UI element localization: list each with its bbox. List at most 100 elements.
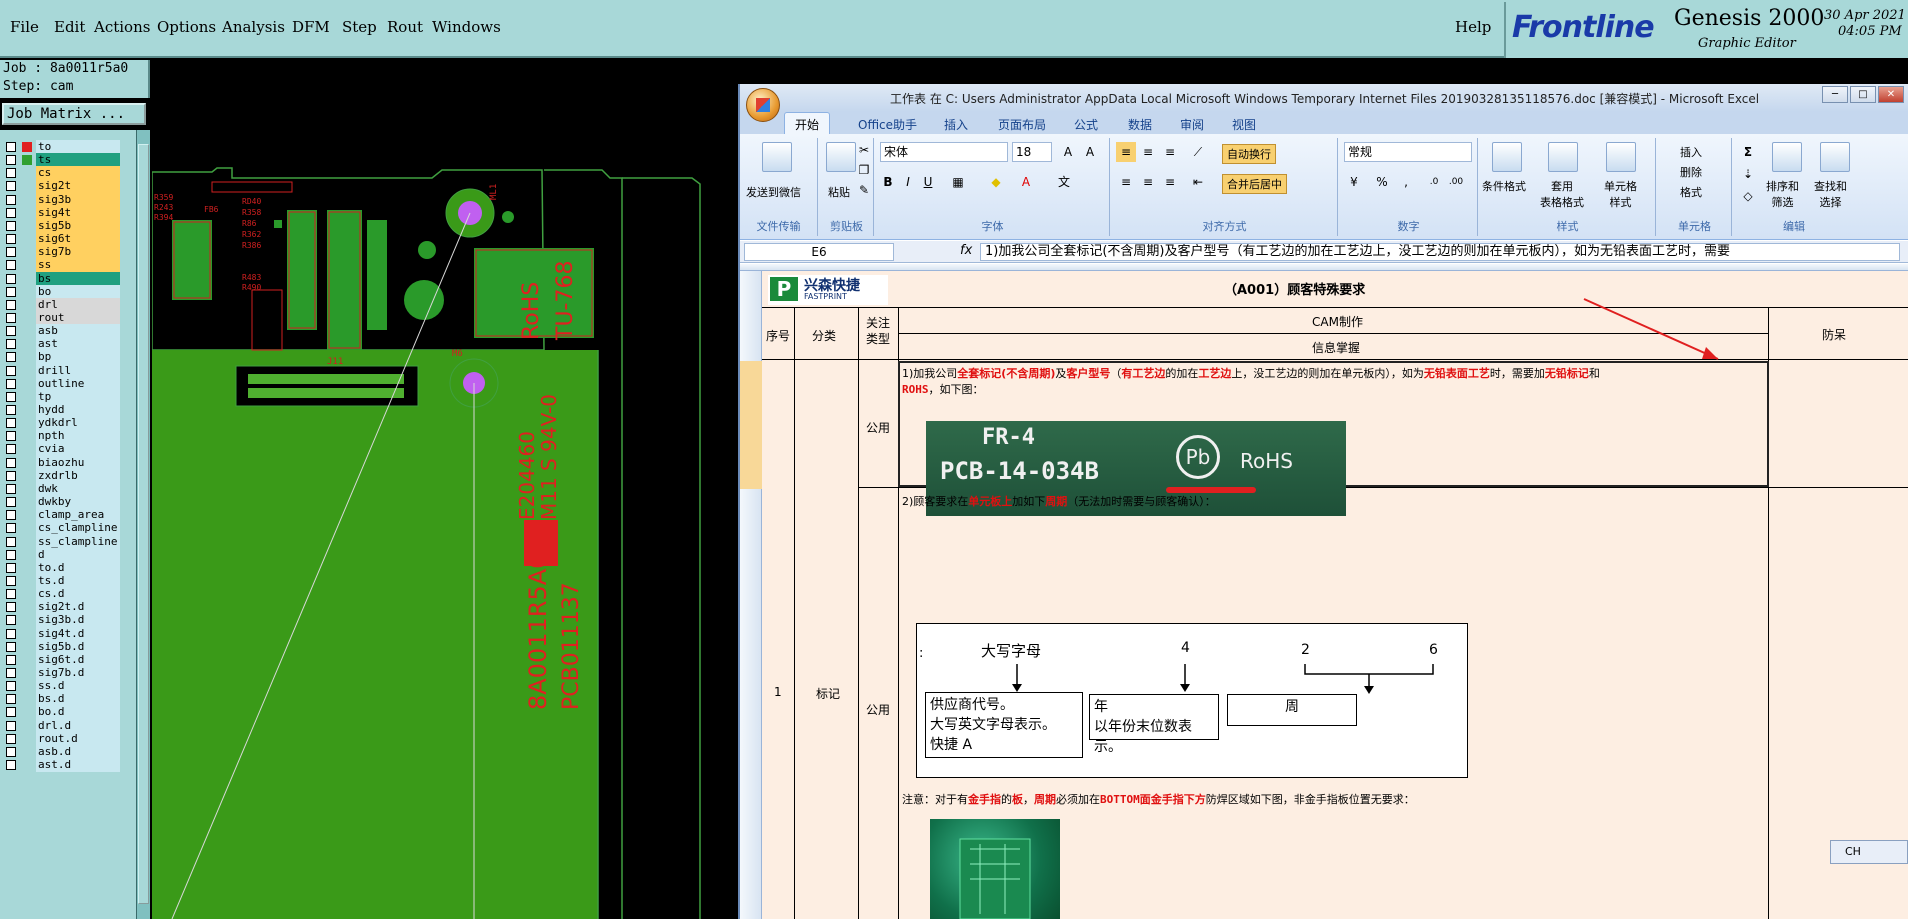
wechat-icon[interactable] [762,142,792,172]
layer-checkbox[interactable] [6,247,16,257]
align-bottom-icon[interactable]: ≡ [1160,142,1180,162]
layer-name[interactable]: ast.d [36,758,120,772]
shrink-font-icon[interactable]: A [1080,142,1100,162]
layer-name[interactable]: bp [36,350,120,364]
layer-checkbox[interactable] [6,615,16,625]
layer-name[interactable]: cs.d [36,587,120,601]
percent-icon[interactable]: % [1372,172,1392,192]
layer-name[interactable]: cs_clampline [36,521,120,535]
layer-row[interactable]: ast.d [2,758,120,772]
layer-checkbox[interactable] [6,668,16,678]
layer-row[interactable]: drl [2,298,120,312]
tab-home[interactable]: 开始 [784,112,831,136]
conditional-format-icon[interactable] [1492,142,1522,172]
format-cells-button[interactable]: 格式 [1680,184,1702,200]
italic-icon[interactable]: I [898,172,918,192]
layer-checkbox[interactable] [6,629,16,639]
fx-icon[interactable]: fx [960,243,972,258]
menu-actions[interactable]: Actions [94,18,150,36]
phonetic-icon[interactable]: 文 [1054,172,1074,192]
bold-icon[interactable]: B [878,172,898,192]
maximize-icon[interactable]: □ [1850,86,1876,103]
layer-name[interactable]: npth [36,429,120,443]
tab-view[interactable]: 视图 [1232,116,1256,133]
layer-checkbox[interactable] [6,694,16,704]
layer-checkbox[interactable] [6,352,16,362]
job-matrix-button[interactable]: Job Matrix ... [2,103,146,125]
pcb-graphic-area[interactable]: R359 R243 R394 FB6 RD40 R358 R86 R362 R386 R48… [152,60,740,919]
table-format-button[interactable]: 套用 表格格式 [1540,178,1584,210]
layer-name[interactable]: asb.d [36,745,120,759]
layer-name[interactable]: sig4t [36,206,120,220]
cell-style-button[interactable]: 单元格 样式 [1604,178,1637,210]
font-name-select[interactable]: 宋体 [880,142,1008,162]
fill-icon[interactable]: ⇣ [1738,164,1758,184]
layer-row[interactable]: sig3b.d [2,613,120,627]
layer-row[interactable]: d [2,548,120,562]
layer-checkbox[interactable] [6,681,16,691]
layer-name[interactable]: bo [36,285,120,299]
layer-row[interactable]: bo [2,285,120,299]
layer-row[interactable]: ts [2,153,120,167]
layer-checkbox[interactable] [6,510,16,520]
layer-row[interactable]: zxdrlb [2,469,120,483]
layer-checkbox[interactable] [6,405,16,415]
layer-name[interactable]: sig3b.d [36,613,120,627]
menu-step[interactable]: Step [342,18,377,36]
tab-office-assistant[interactable]: Office助手 [858,116,917,133]
layer-row[interactable]: drl.d [2,719,120,733]
layer-checkbox[interactable] [6,589,16,599]
layer-checkbox[interactable] [6,326,16,336]
layer-name[interactable]: sig4t.d [36,627,120,641]
wrap-text-button[interactable]: 自动换行 [1222,144,1276,164]
layer-name[interactable]: biaozhu [36,456,120,470]
layer-name[interactable]: bs.d [36,692,120,706]
font-size-select[interactable]: 18 [1012,142,1052,162]
layer-scrollbar[interactable] [136,130,150,919]
send-wechat-button[interactable]: 发送到微信 [746,184,801,200]
menu-rout[interactable]: Rout [387,18,423,36]
layer-name[interactable]: rout.d [36,732,120,746]
layer-name[interactable]: rout [36,311,120,325]
layer-checkbox[interactable] [6,655,16,665]
layer-row[interactable]: ast [2,337,120,351]
layer-checkbox[interactable] [6,168,16,178]
layer-checkbox[interactable] [6,379,16,389]
layer-name[interactable]: dwkby [36,495,120,509]
menu-edit[interactable]: Edit [54,18,85,36]
comma-icon[interactable]: , [1396,172,1416,192]
layer-checkbox[interactable] [6,444,16,454]
layer-checkbox[interactable] [6,234,16,244]
layer-checkbox[interactable] [6,602,16,612]
layer-row[interactable]: sig4t [2,206,120,220]
delete-cells-button[interactable]: 删除 [1680,164,1702,180]
layer-name[interactable]: tp [36,390,120,404]
layer-checkbox[interactable] [6,760,16,770]
layer-row[interactable]: outline [2,377,120,391]
layer-checkbox[interactable] [6,431,16,441]
layer-checkbox[interactable] [6,339,16,349]
layer-name[interactable]: bo.d [36,705,120,719]
menu-help[interactable]: Help [1455,18,1491,36]
layer-row[interactable]: asb [2,324,120,338]
layer-name[interactable]: dwk [36,482,120,496]
ime-indicator[interactable]: CH [1830,840,1908,864]
layer-name[interactable]: to [36,140,120,154]
fill-color-icon[interactable]: ◆ [986,172,1006,192]
layer-checkbox[interactable] [6,484,16,494]
layer-checkbox[interactable] [6,734,16,744]
cut-icon[interactable]: ✂ [854,140,874,160]
layer-name[interactable]: sig5b.d [36,640,120,654]
scroll-thumb[interactable] [138,144,149,904]
layer-name[interactable]: sig5b [36,219,120,233]
layer-name[interactable]: drl.d [36,719,120,733]
layer-checkbox[interactable] [6,208,16,218]
tab-page-layout[interactable]: 页面布局 [998,116,1046,133]
align-top-icon[interactable]: ≡ [1116,142,1136,162]
layer-checkbox[interactable] [6,313,16,323]
layer-name[interactable]: sig6t [36,232,120,246]
currency-icon[interactable]: ¥ [1344,172,1364,192]
conditional-format-button[interactable]: 条件格式 [1482,178,1526,194]
layer-row[interactable]: ts.d [2,574,120,588]
decrease-indent-icon[interactable]: ⇤ [1188,172,1208,192]
